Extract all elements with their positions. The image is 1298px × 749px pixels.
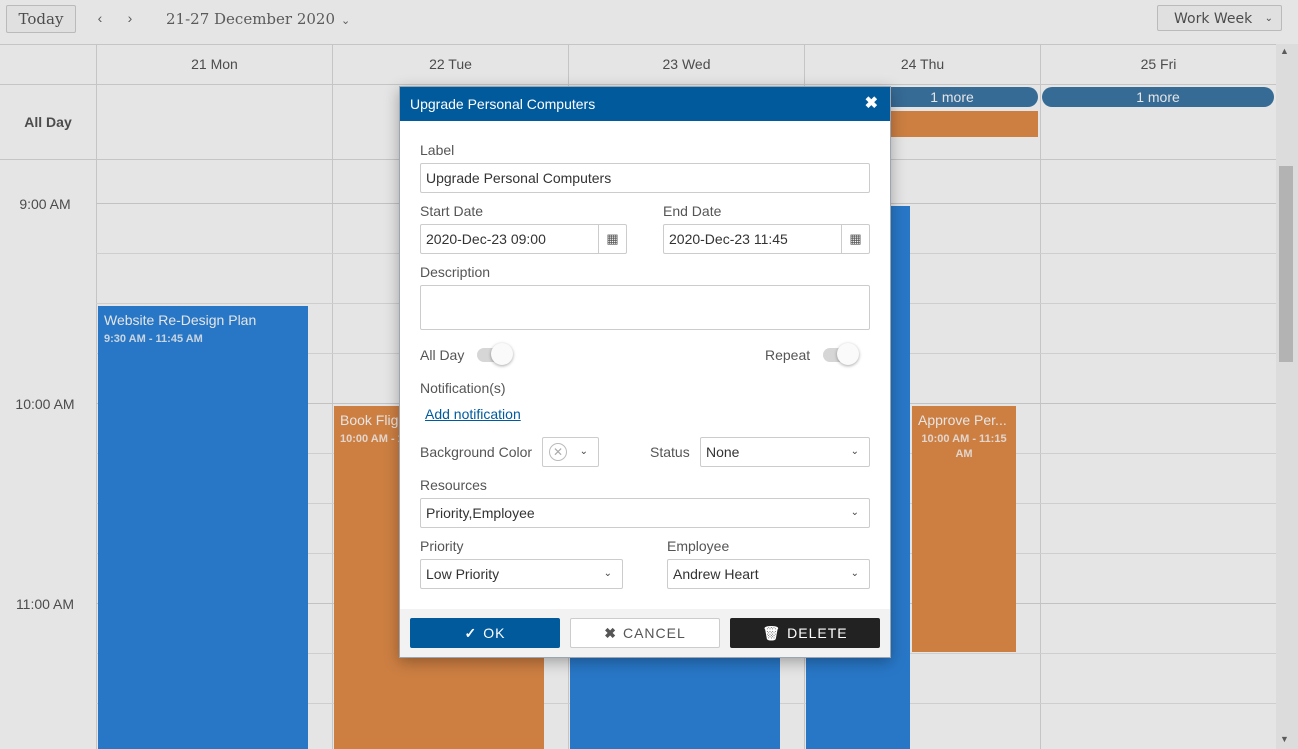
check-icon: ✓ (464, 625, 478, 641)
end-date-value: 2020-Dec-23 11:45 (669, 231, 788, 247)
status-label: Status (650, 444, 690, 460)
toggle-knob (837, 343, 859, 365)
chevron-down-icon: ⌄ (579, 446, 588, 457)
toggle-knob (491, 343, 513, 365)
description-textarea[interactable] (420, 285, 870, 330)
repeat-toggle[interactable] (823, 343, 859, 365)
background-color-label: Background Color (420, 444, 533, 460)
resources-value: Priority,Employee (426, 505, 535, 521)
all-day-toggle-label: All Day (420, 347, 465, 363)
close-icon: ✖ (604, 625, 617, 641)
priority-label: Priority (420, 538, 464, 554)
priority-value: Low Priority (426, 566, 500, 582)
label-field-label: Label (420, 142, 455, 158)
priority-select[interactable]: Low Priority ⌄ (420, 559, 623, 589)
employee-label: Employee (667, 538, 730, 554)
repeat-toggle-label: Repeat (765, 347, 811, 363)
end-date-label: End Date (663, 203, 722, 219)
resources-select[interactable]: Priority,Employee ⌄ (420, 498, 870, 528)
no-color-icon: ✕ (549, 443, 567, 461)
background-color-picker[interactable]: ✕ ⌄ (542, 437, 599, 467)
trash-icon: 🗑 (762, 625, 782, 641)
label-input[interactable]: Upgrade Personal Computers (420, 163, 870, 193)
start-date-input[interactable]: 2020-Dec-23 09:00 ▦ (420, 224, 627, 254)
cancel-button[interactable]: ✖ CANCEL (570, 618, 720, 648)
close-icon[interactable]: ✖ (865, 87, 878, 121)
status-select[interactable]: None ⌄ (700, 437, 870, 467)
employee-value: Andrew Heart (673, 566, 759, 582)
start-date-value: 2020-Dec-23 09:00 (426, 231, 546, 247)
delete-label: DELETE (787, 625, 848, 641)
calendar-icon[interactable]: ▦ (598, 225, 626, 253)
dialog-footer: ✓ OK ✖ CANCEL 🗑 DELETE (400, 609, 890, 657)
add-notification-link[interactable]: Add notification (425, 405, 521, 423)
dialog-title: Upgrade Personal Computers (410, 96, 596, 112)
all-day-toggle[interactable] (477, 343, 513, 365)
chevron-down-icon: ⌄ (850, 507, 859, 518)
chevron-down-icon: ⌄ (850, 446, 859, 457)
event-edit-dialog: Upgrade Personal Computers ✖ Label Upgra… (399, 86, 891, 658)
notifications-label: Notification(s) (420, 380, 506, 396)
resources-label: Resources (420, 477, 487, 493)
chevron-down-icon: ⌄ (603, 568, 612, 579)
description-label: Description (420, 264, 491, 280)
ok-label: OK (483, 625, 506, 641)
dialog-header: Upgrade Personal Computers ✖ (400, 87, 890, 121)
end-date-input[interactable]: 2020-Dec-23 11:45 ▦ (663, 224, 870, 254)
employee-select[interactable]: Andrew Heart ⌄ (667, 559, 870, 589)
ok-button[interactable]: ✓ OK (410, 618, 560, 648)
status-value: None (706, 444, 740, 460)
cancel-label: CANCEL (622, 625, 686, 641)
chevron-down-icon: ⌄ (850, 568, 859, 579)
calendar-icon[interactable]: ▦ (841, 225, 869, 253)
dialog-body: Label Upgrade Personal Computers Start D… (400, 121, 890, 608)
start-date-label: Start Date (420, 203, 484, 219)
delete-button[interactable]: 🗑 DELETE (730, 618, 880, 648)
